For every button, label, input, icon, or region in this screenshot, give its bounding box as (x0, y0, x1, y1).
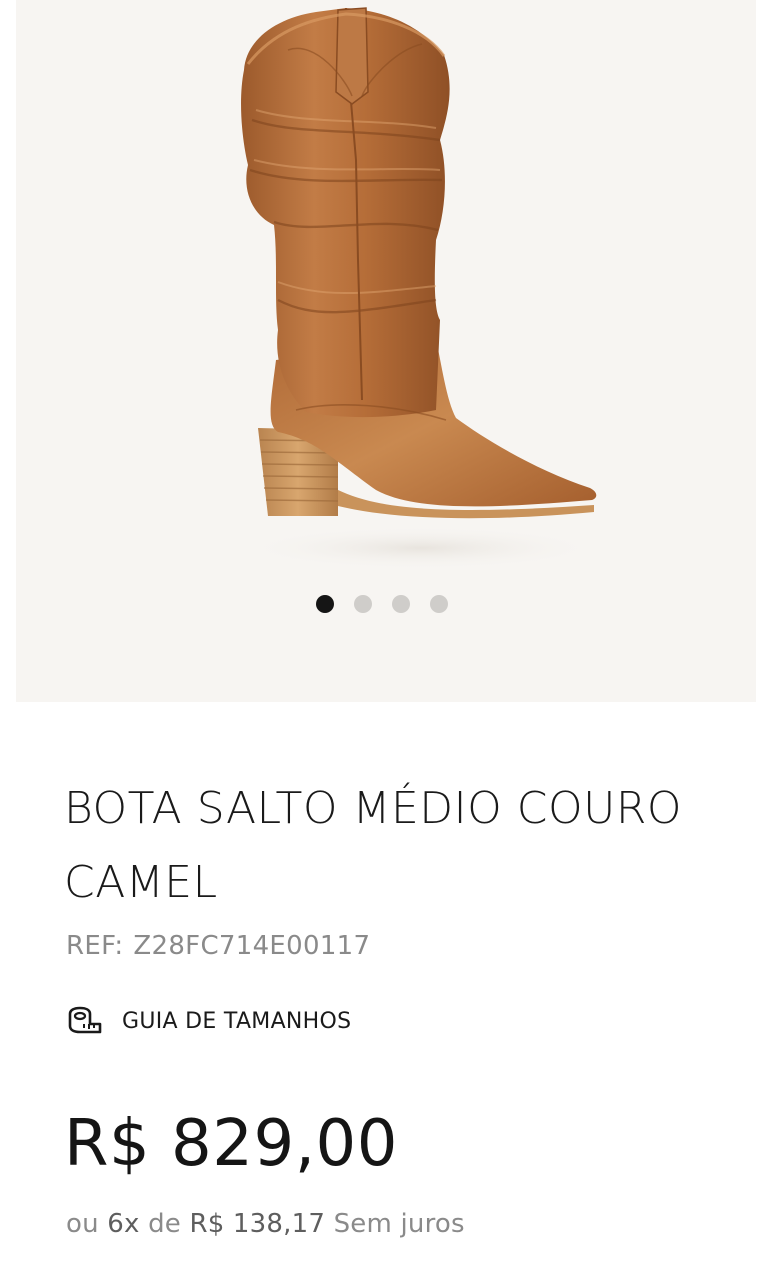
gallery-pagination (16, 595, 752, 613)
installments-middle: de (148, 1209, 181, 1239)
installments-amount: R$ 138,17 (189, 1209, 326, 1239)
installments-prefix: ou (66, 1209, 99, 1239)
gallery-dot-2[interactable] (354, 595, 372, 613)
installments-count: 6x (107, 1209, 140, 1239)
size-guide-label: GUIA DE TAMANHOS (122, 1008, 352, 1034)
product-reference: REF: Z28FC714E00117 (66, 931, 370, 961)
product-price: R$ 829,00 (64, 1107, 398, 1181)
size-guide-link[interactable]: GUIA DE TAMANHOS (66, 1004, 351, 1038)
product-image-gallery[interactable] (16, 0, 756, 702)
measuring-tape-icon (68, 1006, 102, 1034)
gallery-dot-3[interactable] (392, 595, 410, 613)
reference-label: REF: (66, 931, 124, 961)
gallery-dot-1[interactable] (316, 595, 334, 613)
product-title: BOTA SALTO MÉDIO COURO CAMEL (64, 783, 683, 908)
reference-code: Z28FC714E00117 (133, 931, 371, 961)
installments-info: ou 6x de R$ 138,17 Sem juros (66, 1209, 465, 1239)
installments-suffix: Sem juros (333, 1209, 465, 1239)
gallery-dot-4[interactable] (430, 595, 448, 613)
